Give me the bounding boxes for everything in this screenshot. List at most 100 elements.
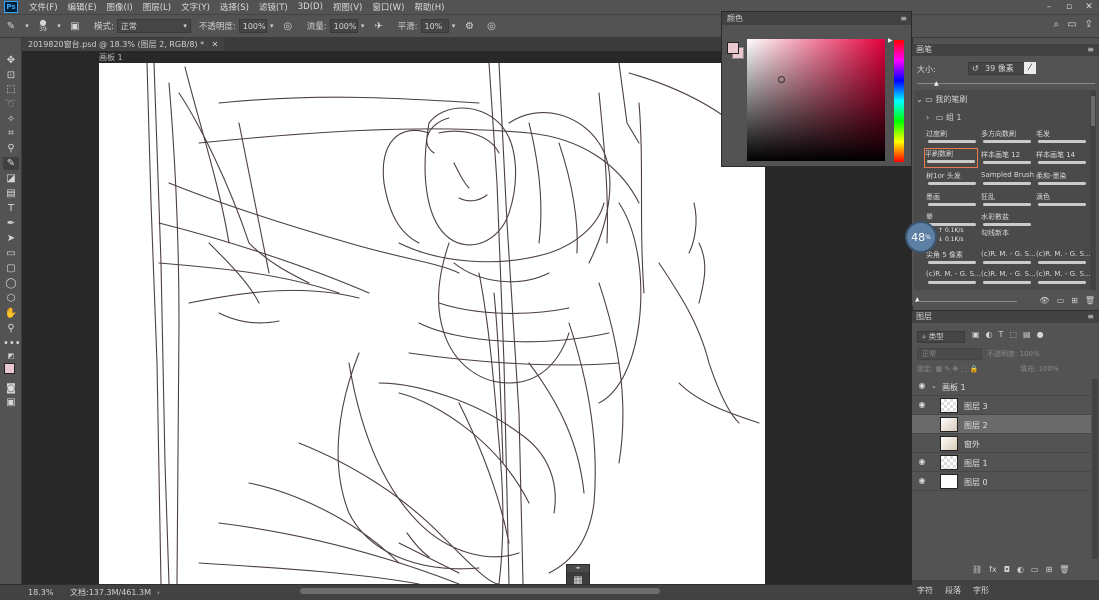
quick-mask-icon[interactable]: ◙ [3,382,19,395]
new-brush-icon[interactable]: ⊞ [1071,296,1078,305]
close-icon[interactable]: ✕ [212,40,219,49]
blend-mode-select[interactable]: 正常 [917,348,982,360]
brush-preset-icon[interactable]: ● 39 [36,19,50,34]
brush-item[interactable]: 样本画笔 14 [1036,150,1090,170]
pressure-size-icon[interactable]: ◎ [485,19,499,33]
menu-help[interactable]: 帮助(H) [409,1,449,13]
mask-icon[interactable]: ◘ [1004,565,1010,574]
reset-icon[interactable]: ↺ [972,63,979,74]
brush-tool-icon[interactable]: ✎ [3,157,19,170]
layer-fill[interactable]: 填充: 100% [1020,364,1059,374]
more-tools-icon[interactable]: ••• [3,337,21,350]
menu-image[interactable]: 图像(I) [102,1,138,13]
close-icon[interactable]: ✕ [1079,0,1099,14]
document-tab[interactable]: 2019820窗台.psd @ 18.3% (图层 2, RGB/8) * ✕ [22,38,225,51]
artboard-tool-icon[interactable]: ⊡ [3,69,19,82]
brush-item[interactable]: (c)R. M. - G. S... [1036,270,1090,290]
brush-tool-icon[interactable]: ✎ [4,19,18,33]
brush-edit-icon[interactable]: ⁄ [1024,62,1036,74]
eye-icon[interactable]: ◉ [917,400,927,409]
menu-filter[interactable]: 滤镜(T) [254,1,293,13]
layer-row[interactable]: ◉ 图层 1 [912,453,1091,472]
menu-view[interactable]: 视图(V) [328,1,367,13]
chevron-down-icon[interactable]: ⌄ [931,382,937,390]
pen-tool-icon[interactable]: ✒ [3,217,19,230]
color-picker-cursor[interactable] [778,76,785,83]
brush-size-slider[interactable] [917,83,1095,84]
ellipse-tool-icon[interactable]: ◯ [3,277,19,290]
type-filter-icon[interactable]: T [999,330,1004,339]
pixel-filter-icon[interactable]: ▣ [972,330,980,339]
mini-panel-grip[interactable]: ◂▸ [567,565,589,572]
brush-size-field[interactable]: ↺ 39 像素 [968,62,1028,75]
horizontal-scrollbar[interactable] [300,588,660,594]
marquee-tool-icon[interactable]: ⬚ [3,83,19,96]
brush-item-selected[interactable]: 平刷数刷 [924,148,978,168]
brush-item[interactable]: (c)R. M. - G. S... [981,270,1035,290]
slider-thumb-icon[interactable]: ▲ [934,80,939,87]
fx-icon[interactable]: fx [989,565,997,574]
airbrush-icon[interactable]: ✈ [372,19,386,33]
rounded-rect-tool-icon[interactable]: ▢ [3,262,19,275]
move-tool-icon[interactable]: ✥ [3,54,19,67]
tab-glyphs[interactable]: 字形 [973,585,989,596]
share-icon[interactable]: ⇪ [1085,19,1093,30]
zoom-level[interactable]: 18.3% [28,588,68,597]
lock-icons[interactable]: ▦ ✎ ✥ ⬚ 🔒 [936,365,979,373]
brush-item[interactable]: (c)R. M. - G. S... [926,270,980,290]
layers-panel-header[interactable]: 图层 ≡ [912,311,1099,323]
layer-filter-select[interactable]: ⌕ 类型 [917,331,965,343]
custom-shape-tool-icon[interactable]: ⬡ [3,292,19,305]
flow-field[interactable]: 100% [329,19,358,33]
opacity-field[interactable]: 100% [238,19,267,33]
adjustment-layer-icon[interactable]: ◐ [1017,565,1024,574]
eyedropper-tool-icon[interactable]: ⚲ [3,142,19,155]
hand-tool-icon[interactable]: ✋ [3,307,19,320]
layer-row[interactable]: ◉ 图层 0 [912,472,1091,491]
layer-row[interactable]: 窗外 [912,434,1091,453]
brush-list-scrollbar[interactable] [1090,90,1096,290]
brush-item[interactable]: Sampled Brush... [981,171,1035,191]
workspace-icon[interactable]: ▭ [1067,19,1076,30]
layer-opacity[interactable]: 不透明度: 100% [987,349,1040,359]
brush-item[interactable]: 滴色 [1036,192,1090,212]
maximize-icon[interactable]: ▫ [1059,0,1079,14]
eraser-tool-icon[interactable]: ◪ [3,172,19,185]
chevron-down-icon[interactable]: ▾ [451,19,457,33]
brush-item[interactable]: (c)R. M. - G. S... [1036,250,1090,270]
foreground-color-swatch[interactable] [4,363,15,374]
menu-layer[interactable]: 图层(L) [138,1,176,13]
chevron-down-icon[interactable]: ▾ [269,19,275,33]
menu-select[interactable]: 选择(S) [215,1,254,13]
brush-item[interactable]: 多方向数刷 [981,129,1035,149]
brush-item[interactable]: 墨画 [926,192,980,212]
menu-type[interactable]: 文字(Y) [176,1,215,13]
layer-row[interactable]: ◉ 图层 3 [912,396,1091,415]
trash-icon[interactable]: 🗑 [1059,565,1069,574]
crop-tool-icon[interactable]: ⌗ [3,127,19,140]
trash-icon[interactable]: 🗑 [1085,296,1095,305]
menu-3d[interactable]: 3D(D) [293,2,328,12]
zoom-badge[interactable]: 48% [905,221,937,253]
brush-item[interactable]: 树1or 头发 [926,171,980,191]
eye-icon[interactable]: ◉ [917,381,927,390]
menu-icon[interactable]: ≡ [1087,44,1094,56]
new-layer-icon[interactable]: ⊞ [1046,565,1053,574]
type-tool-icon[interactable]: T [3,202,19,215]
brush-settings-icon[interactable]: ▣ [68,19,82,33]
screen-mode-icon[interactable]: ▣ [3,396,19,409]
menu-window[interactable]: 窗口(W) [367,1,409,13]
brush-item[interactable]: 样本画笔 12 [981,150,1035,170]
chevron-down-icon[interactable]: ▾ [24,19,30,33]
thumbnail-size-slider[interactable] [917,301,1017,302]
quick-select-tool-icon[interactable]: ✧ [3,113,19,126]
brush-item[interactable]: 过度刷 [926,129,980,149]
lasso-tool-icon[interactable]: ➰ [3,98,19,111]
new-group-icon[interactable]: ▭ [1057,296,1065,305]
zoom-tool-icon[interactable]: ⚲ [3,322,19,335]
tab-paragraph[interactable]: 段落 [945,585,961,596]
smart-object-filter-icon[interactable]: ▤ [1023,330,1031,339]
menu-file[interactable]: 文件(F) [24,1,63,13]
brush-item[interactable]: 勾线新本 [981,228,1035,248]
chevron-down-icon[interactable]: ▾ [360,19,366,33]
